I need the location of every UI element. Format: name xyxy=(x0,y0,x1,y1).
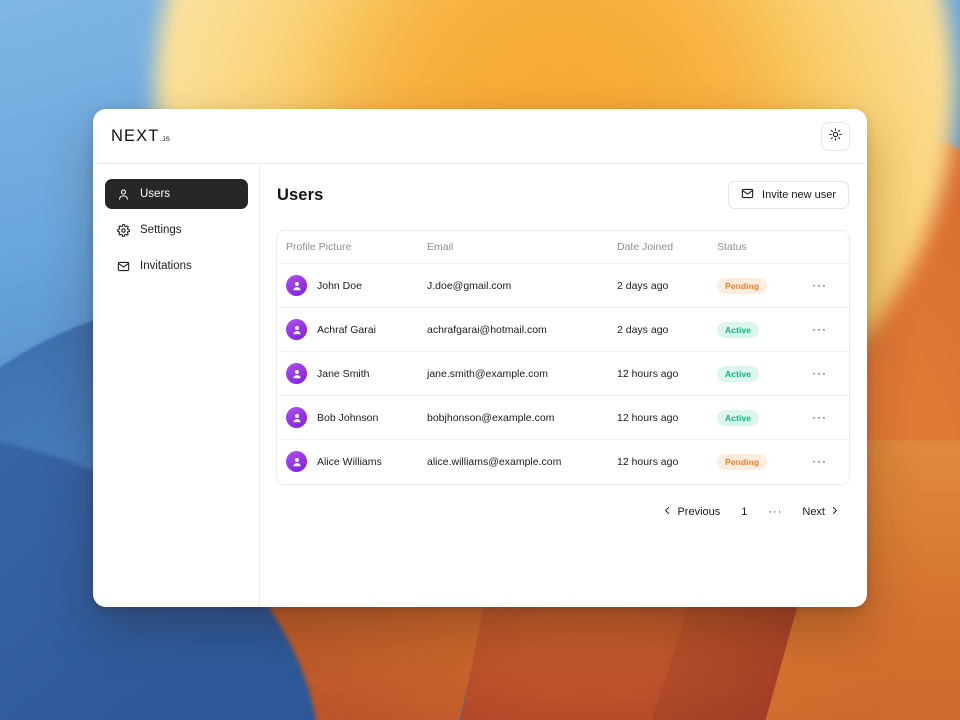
status-badge: Pending xyxy=(717,453,768,470)
sidebar-item-invitations[interactable]: Invitations xyxy=(105,251,248,281)
cell-email: jane.smith@example.com xyxy=(427,351,617,396)
table-row[interactable]: John Doe J.doe@gmail.com 2 days ago Pending… xyxy=(277,263,849,308)
page-title: Users xyxy=(277,185,324,204)
column-header-date-joined: Date Joined xyxy=(617,231,717,264)
column-header-email: Email xyxy=(427,231,617,264)
column-header-profile-picture: Profile Picture xyxy=(277,231,427,264)
users-table: Profile Picture Email Date Joined Status… xyxy=(277,231,849,484)
sidebar-nav: Users Settings Invitations xyxy=(94,164,260,606)
invite-new-user-button[interactable]: Invite new user xyxy=(728,181,849,209)
user-name: Jane Smith xyxy=(317,367,370,380)
chevron-left-icon xyxy=(663,506,672,518)
status-badge: Active xyxy=(717,409,760,426)
cell-email: achrafgarai@hotmail.com xyxy=(427,307,617,352)
sidebar-item-label: Invitations xyxy=(140,260,192,272)
cell-email: J.doe@gmail.com xyxy=(427,263,617,308)
cell-profile-picture: John Doe xyxy=(277,263,427,308)
envelope-icon xyxy=(116,259,130,273)
users-table-head: Profile Picture Email Date Joined Status xyxy=(277,231,849,264)
pagination-ellipsis[interactable]: ··· xyxy=(760,502,790,522)
user-name: Bob Johnson xyxy=(317,411,379,424)
users-table-card: Profile Picture Email Date Joined Status… xyxy=(276,230,850,485)
avatar xyxy=(286,275,307,296)
user-name: Achraf Garai xyxy=(317,323,376,336)
row-more-menu-button[interactable]: ··· xyxy=(812,366,827,380)
sidebar-item-users[interactable]: Users xyxy=(105,179,248,209)
sun-icon xyxy=(829,127,842,146)
cell-date-joined: 12 hours ago xyxy=(617,395,717,440)
gear-icon xyxy=(116,223,130,237)
app-window: NEXT .JS Users Settings Invitations User… xyxy=(93,109,867,607)
status-badge: Active xyxy=(717,365,760,382)
nextjs-logo: NEXT .JS xyxy=(111,127,170,146)
window-body: Users Settings Invitations Users Invite … xyxy=(94,164,866,606)
cell-status: Active xyxy=(717,351,812,396)
table-row[interactable]: Bob Johnson bobjhonson@example.com 12 hour… xyxy=(277,395,849,440)
table-row[interactable]: Achraf Garai achrafgarai@hotmail.com 2 day… xyxy=(277,307,849,352)
row-more-menu-button[interactable]: ··· xyxy=(812,322,827,336)
main-header: Users Invite new user xyxy=(276,181,850,209)
sidebar-item-settings[interactable]: Settings xyxy=(105,215,248,245)
row-more-menu-button[interactable]: ··· xyxy=(812,410,827,424)
pagination-previous-label: Previous xyxy=(677,505,721,518)
user-name: Alice Williams xyxy=(317,455,382,468)
chevron-right-icon xyxy=(830,506,839,518)
table-row[interactable]: Jane Smith jane.smith@example.com 12 hours… xyxy=(277,351,849,396)
pagination-next-label: Next xyxy=(802,505,825,518)
cell-profile-picture: Jane Smith xyxy=(277,351,427,396)
table-row[interactable]: Alice Williams alice.williams@example.com… xyxy=(277,440,849,484)
app-topbar: NEXT .JS xyxy=(94,110,866,164)
invite-button-label: Invite new user xyxy=(762,189,836,201)
pagination-previous-button[interactable]: Previous xyxy=(655,502,728,522)
avatar xyxy=(286,407,307,428)
table-header-row: Profile Picture Email Date Joined Status xyxy=(277,231,849,264)
pagination: Previous 1 ··· Next xyxy=(276,502,850,522)
logo-wordmark: NEXT xyxy=(111,127,160,145)
pagination-page-1[interactable]: 1 xyxy=(732,502,756,522)
desktop-wallpaper: NEXT .JS Users Settings Invitations User… xyxy=(0,0,960,720)
main-content: Users Invite new user Profile Picture Em… xyxy=(260,164,866,606)
cell-profile-picture: Bob Johnson xyxy=(277,395,427,440)
logo-suffix: .JS xyxy=(159,136,171,143)
cell-date-joined: 2 days ago xyxy=(617,263,717,308)
users-table-body: John Doe J.doe@gmail.com 2 days ago Pending… xyxy=(277,263,849,484)
cell-status: Active xyxy=(717,307,812,352)
user-icon xyxy=(116,187,130,201)
cell-date-joined: 12 hours ago xyxy=(617,351,717,396)
pagination-next-button[interactable]: Next xyxy=(794,502,847,522)
sidebar-item-label: Settings xyxy=(140,224,182,236)
column-header-status: Status xyxy=(717,231,812,264)
avatar xyxy=(286,319,307,340)
cell-email: bobjhonson@example.com xyxy=(427,395,617,440)
avatar xyxy=(286,451,307,473)
column-header-actions xyxy=(812,231,849,264)
row-more-menu-button[interactable]: ··· xyxy=(812,454,827,468)
cell-actions: ··· xyxy=(812,395,849,440)
cell-profile-picture: Alice Williams xyxy=(277,440,427,484)
cell-date-joined: 12 hours ago xyxy=(617,455,679,468)
cell-status: Active xyxy=(717,395,812,440)
avatar xyxy=(286,363,307,384)
cell-email: alice.williams@example.com xyxy=(427,455,562,468)
cell-profile-picture: Achraf Garai xyxy=(277,307,427,352)
theme-toggle-button[interactable] xyxy=(821,122,850,151)
status-badge: Active xyxy=(717,321,760,338)
cell-actions: ··· xyxy=(812,440,849,484)
cell-actions: ··· xyxy=(812,351,849,396)
sidebar-item-label: Users xyxy=(140,188,171,200)
user-name: John Doe xyxy=(317,279,362,292)
envelope-icon xyxy=(741,187,754,203)
status-badge: Pending xyxy=(717,277,768,294)
cell-actions: ··· xyxy=(812,307,849,352)
row-more-menu-button[interactable]: ··· xyxy=(812,278,827,292)
cell-status: Pending xyxy=(717,263,812,308)
cell-actions: ··· xyxy=(812,263,849,308)
cell-status: Pending xyxy=(717,440,812,484)
cell-date-joined: 2 days ago xyxy=(617,307,717,352)
